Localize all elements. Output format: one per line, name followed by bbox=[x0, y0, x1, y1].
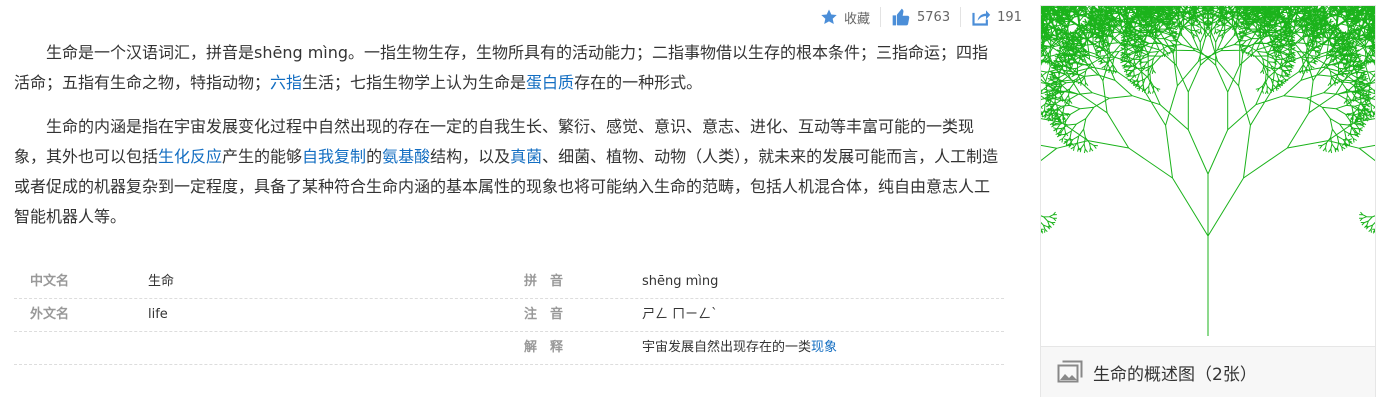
link-liuzhi[interactable]: 六指 bbox=[270, 73, 302, 92]
info-key: 拼 音 bbox=[524, 274, 564, 289]
info-value: 宇宙发展自然出现存在的一类现象 bbox=[642, 340, 838, 355]
info-key: 解 释 bbox=[524, 340, 564, 355]
link-amino-acid[interactable]: 氨基酸 bbox=[382, 147, 430, 166]
table-row: 中文名 生命 拼 音 shēng mìng bbox=[14, 266, 1004, 299]
link-biochemical-reaction[interactable]: 生化反应 bbox=[158, 147, 222, 166]
summary-paragraph-1: 生命是一个汉语词汇，拼音是shēng mìng。一指生物生存，生物所具有的活动能… bbox=[14, 43, 989, 92]
basic-info-table: 中文名 生命 拼 音 shēng mìng 外文名 life 注 音 ㄕㄥ ㄇㄧ… bbox=[14, 266, 1004, 365]
share-count: 191 bbox=[997, 9, 1022, 25]
info-value: ㄕㄥ ㄇㄧㄥˋ bbox=[642, 307, 718, 322]
info-value: shēng mìng bbox=[642, 274, 719, 289]
share-icon bbox=[971, 7, 991, 27]
link-self-replication[interactable]: 自我复制 bbox=[302, 147, 366, 166]
album-caption[interactable]: 生命的概述图（2张） bbox=[1041, 346, 1375, 397]
fractal-tree-drawing bbox=[956, 0, 1376, 336]
info-value: 生命 bbox=[148, 274, 175, 289]
collect-button[interactable]: 收藏 bbox=[820, 8, 870, 27]
thumbs-up-icon bbox=[891, 7, 911, 27]
summary-album-card[interactable]: 生命的概述图（2张） bbox=[956, 0, 1376, 397]
table-row: 解 释 宇宙发展自然出现存在的一类现象 bbox=[14, 332, 1004, 365]
toolbar-divider bbox=[880, 7, 882, 27]
like-button[interactable]: 5763 bbox=[891, 7, 950, 27]
action-toolbar: 收藏 5763 191 bbox=[820, 5, 1022, 29]
album-caption-text: 生命的概述图（2张） bbox=[1093, 364, 1257, 385]
link-phenomenon[interactable]: 现象 bbox=[811, 340, 837, 355]
info-key: 外文名 bbox=[30, 307, 70, 322]
link-fungi[interactable]: 真菌 bbox=[510, 147, 542, 166]
tree-branches bbox=[956, 0, 1376, 336]
info-key: 中文名 bbox=[30, 274, 70, 289]
like-count: 5763 bbox=[917, 9, 951, 25]
info-value: life bbox=[148, 307, 168, 322]
image-icon bbox=[1057, 360, 1083, 384]
star-icon bbox=[820, 8, 838, 26]
info-key: 注 音 bbox=[524, 307, 564, 322]
link-protein[interactable]: 蛋白质 bbox=[526, 73, 574, 92]
share-button[interactable]: 191 bbox=[971, 7, 1022, 27]
summary-paragraph-2: 生命的内涵是指在宇宙发展变化过程中自然出现的存在一定的自我生长、繁衍、感觉、意识… bbox=[14, 117, 999, 226]
summary-content: 生命是一个汉语词汇，拼音是shēng mìng。一指生物生存，生物所具有的活动能… bbox=[14, 38, 1004, 246]
collect-label: 收藏 bbox=[844, 11, 871, 27]
table-row: 外文名 life 注 音 ㄕㄥ ㄇㄧㄥˋ bbox=[14, 299, 1004, 332]
toolbar-divider bbox=[960, 7, 962, 27]
fractal-tree-image[interactable] bbox=[956, 0, 1376, 346]
